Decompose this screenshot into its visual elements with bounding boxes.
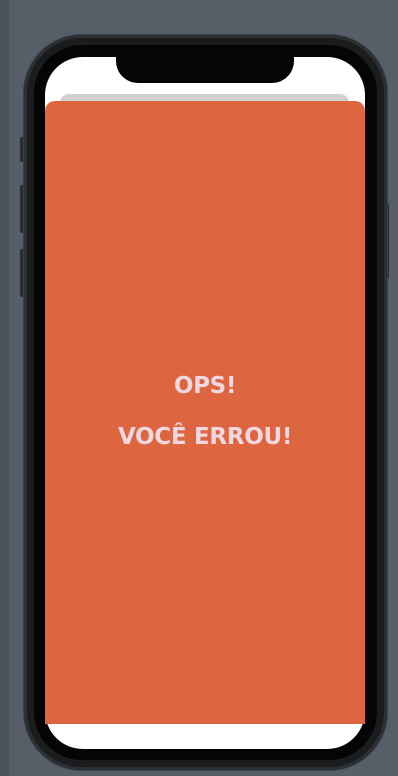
error-title: OPS!	[173, 373, 237, 399]
phone-notch	[116, 45, 294, 83]
window-edge	[0, 0, 9, 776]
simulator-window: OPS! VOCÊ ERROU!	[0, 0, 398, 776]
error-message: OPS! VOCÊ ERROU!	[45, 372, 365, 451]
error-subtitle: VOCÊ ERROU!	[117, 424, 293, 450]
error-modal[interactable]: OPS! VOCÊ ERROU!	[45, 101, 365, 724]
